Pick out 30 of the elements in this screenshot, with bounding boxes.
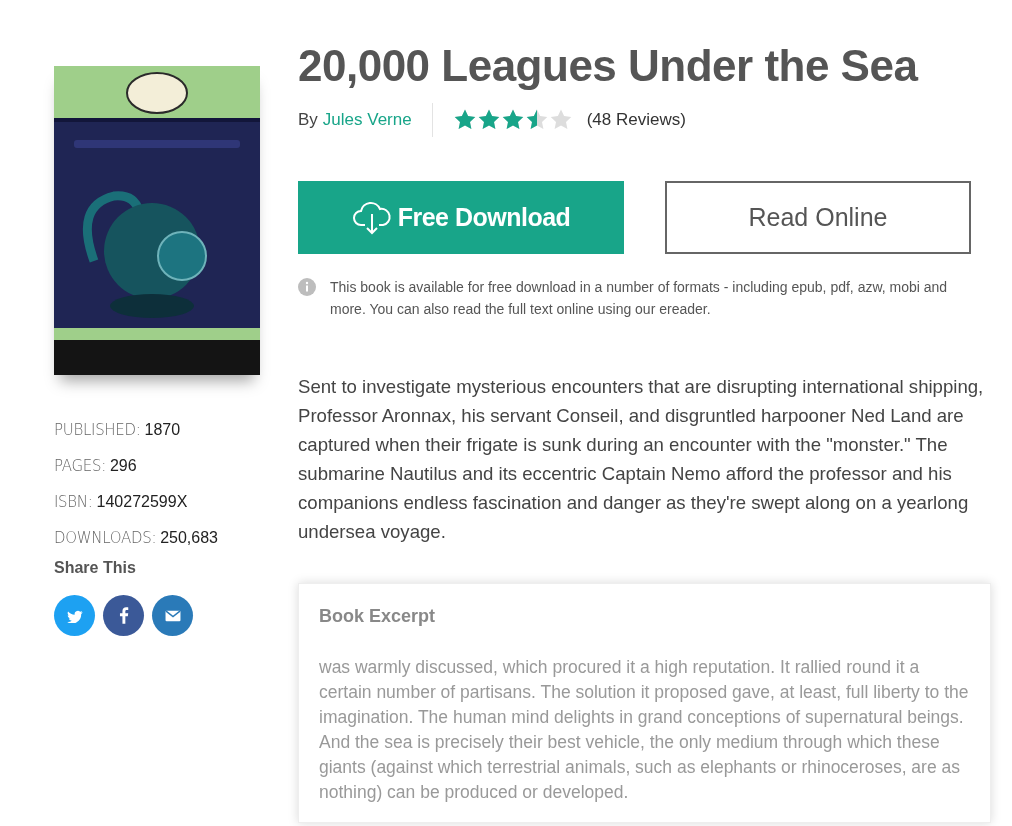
book-description: Sent to investigate mysterious encounters that are disrupting international shipping, Professor Aronnax, his servant Conseil, and disgruntled harpooner Ned Land are captured when their frigate is sunk during an encounter with the "monster." The submarine Nautilus and its eccentric Captain Nemo afford the professor and his companions endless fascination and danger as they're swept along on a yearlong undersea voyage. xyxy=(298,375,985,544)
star-icon xyxy=(500,108,525,132)
share-button[interactable] xyxy=(54,595,95,636)
share-button[interactable] xyxy=(103,595,144,636)
star-icon xyxy=(548,108,573,132)
byline-label: By xyxy=(298,110,318,130)
star-icon xyxy=(476,108,501,132)
twitter-icon xyxy=(66,608,83,623)
info-icon xyxy=(298,278,316,296)
detail-label: PUBLISHED: xyxy=(54,421,141,439)
star-icon xyxy=(524,108,549,132)
read-online-button[interactable]: Read Online xyxy=(665,181,971,254)
share-heading: Share This xyxy=(54,559,137,577)
notice-text: This book is available for free download in a number of formats - including epub, pdf, azw, mobi and more. You can also read the full text online using our ereader. xyxy=(330,278,949,319)
book-title: 20,000 Leagues Under the Sea xyxy=(298,40,920,92)
email-icon xyxy=(164,609,181,622)
detail-value: 250,683 xyxy=(160,529,218,546)
detail-value: 296 xyxy=(109,457,137,474)
review-count[interactable]: (48 Reviews) xyxy=(586,110,686,130)
detail-label: ISBN: xyxy=(54,493,93,511)
excerpt-heading: Book Excerpt xyxy=(319,606,437,627)
star-icon xyxy=(452,108,477,132)
facebook-icon xyxy=(118,607,129,624)
detail-label: PAGES: xyxy=(54,457,106,475)
share-button[interactable] xyxy=(152,595,193,636)
cloud-download-icon xyxy=(351,200,392,235)
detail-label: DOWNLOADS: xyxy=(54,529,157,547)
detail-value: 140272599X xyxy=(96,493,188,510)
detail-value: 1870 xyxy=(144,421,181,438)
excerpt-text: was warmly discussed, which procured it a high reputation. It rallied round it a certain number of partisans. The solution it proposed gave, at least, full liberty to the imagination. The human mind delights in grand conceptions of supernatural beings. And the sea is precisely their best vehicle, the only medium through which these giants (against which terrestrial animals, such as elephants or rhinoceroses, are as nothing) can be produced or developed. xyxy=(319,656,970,804)
